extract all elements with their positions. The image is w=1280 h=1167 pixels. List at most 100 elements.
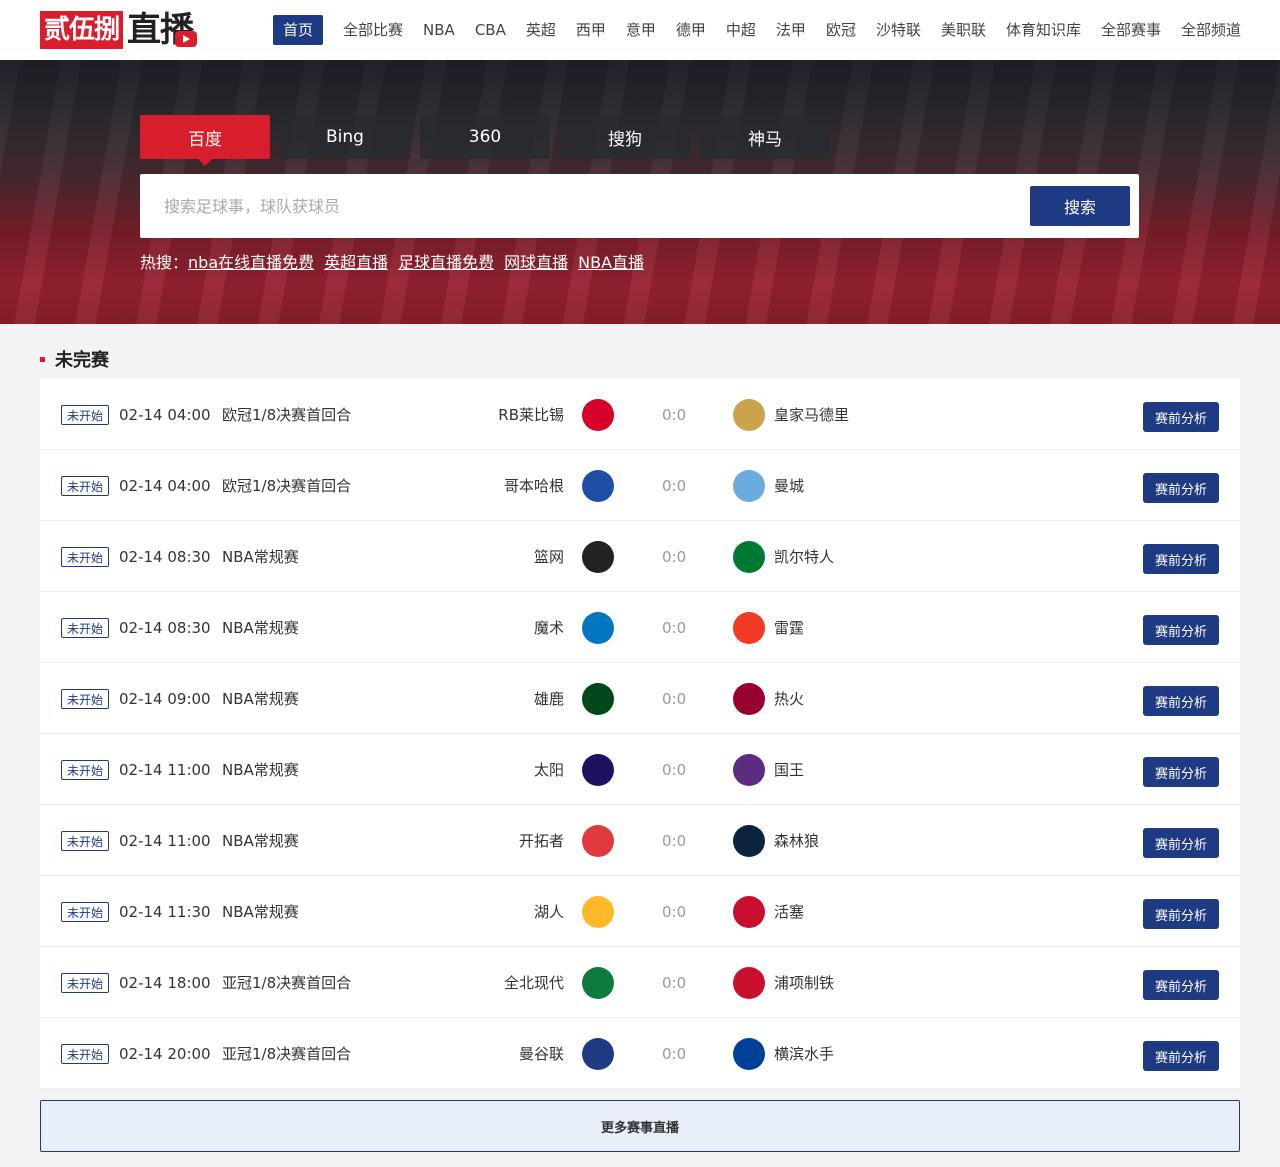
hot-search-link[interactable]: 英超直播	[324, 249, 388, 273]
away-team[interactable]: 凯尔特人	[774, 547, 834, 567]
match-row[interactable]: 未开始 02-14 11:00 NBA常规赛 开拓者 0:0 森林狼 赛前分析	[40, 805, 1240, 876]
match-row[interactable]: 未开始 02-14 09:00 NBA常规赛 雄鹿 0:0 热火 赛前分析	[40, 663, 1240, 734]
pre-match-analysis-button[interactable]: 赛前分析	[1143, 970, 1219, 1000]
away-team-logo-icon	[733, 825, 765, 857]
nav-item[interactable]: 英超	[526, 15, 556, 45]
nav-item[interactable]: NBA	[423, 15, 455, 45]
away-team[interactable]: 热火	[774, 689, 804, 709]
status-badge: 未开始	[61, 973, 109, 993]
score: 0:0	[662, 690, 687, 708]
nav-item[interactable]: 美职联	[941, 15, 986, 45]
hot-search-link[interactable]: 足球直播免费	[398, 249, 494, 273]
away-team[interactable]: 雷霆	[774, 618, 804, 638]
pre-match-analysis-button[interactable]: 赛前分析	[1143, 615, 1219, 645]
league-name: 欧冠1/8决赛首回合	[222, 406, 352, 424]
hero-banner: 百度Bing360搜狗神马 搜索 热搜： nba在线直播免费英超直播足球直播免费…	[0, 60, 1280, 324]
match-row[interactable]: 未开始 02-14 08:30 NBA常规赛 篮网 0:0 凯尔特人 赛前分析	[40, 521, 1240, 592]
match-row[interactable]: 未开始 02-14 04:00 欧冠1/8决赛首回合 哥本哈根 0:0 曼城 赛前分析	[40, 450, 1240, 521]
away-team[interactable]: 森林狼	[774, 831, 819, 851]
main-nav: 首页 全部比赛 NBA CBA 英超 西甲 意甲 德甲 中超 法甲 欧冠 沙特联 美职联 体育知识库 全部赛…	[273, 15, 1261, 45]
score: 0:0	[662, 1045, 687, 1063]
home-team[interactable]: 太阳	[534, 760, 564, 780]
nav-item[interactable]: 法甲	[776, 15, 806, 45]
away-team[interactable]: 皇家马德里	[774, 405, 849, 425]
nav-item[interactable]: 沙特联	[876, 15, 921, 45]
away-team[interactable]: 国王	[774, 760, 804, 780]
match-time: 02-14 11:30	[119, 903, 211, 921]
match-row[interactable]: 未开始 02-14 04:00 欧冠1/8决赛首回合 RB莱比锡 0:0 皇家马德里 赛前分…	[40, 379, 1240, 450]
match-time: 02-14 20:00	[119, 1045, 211, 1063]
nav-item[interactable]: CBA	[475, 15, 506, 45]
nav-item[interactable]: 意甲	[626, 15, 656, 45]
nav-item[interactable]: 全部赛事	[1101, 15, 1161, 45]
home-team[interactable]: 雄鹿	[534, 689, 564, 709]
league-name: NBA常规赛	[222, 903, 299, 921]
pre-match-analysis-button[interactable]: 赛前分析	[1143, 402, 1219, 432]
home-team[interactable]: 湖人	[534, 902, 564, 922]
pre-match-analysis-button[interactable]: 赛前分析	[1143, 686, 1219, 716]
score: 0:0	[662, 761, 687, 779]
pre-match-analysis-button[interactable]: 赛前分析	[1143, 473, 1219, 503]
nav-item[interactable]: 德甲	[676, 15, 706, 45]
match-time: 02-14 04:00	[119, 406, 211, 424]
away-team-logo-icon	[733, 541, 765, 573]
away-team[interactable]: 横滨水手	[774, 1044, 834, 1064]
logo-mark: 贰伍捌	[40, 11, 124, 49]
away-team[interactable]: 浦项制铁	[774, 973, 834, 993]
pre-match-analysis-button[interactable]: 赛前分析	[1143, 899, 1219, 929]
home-team[interactable]: 篮网	[534, 547, 564, 567]
match-time: 02-14 08:30	[119, 619, 211, 637]
hot-search-link[interactable]: nba在线直播免费	[188, 249, 314, 273]
search-button[interactable]: 搜索	[1030, 186, 1130, 226]
pre-match-analysis-button[interactable]: 赛前分析	[1143, 828, 1219, 858]
more-matches-button[interactable]: 更多赛事直播	[40, 1100, 1240, 1152]
engine-tab[interactable]: 百度	[140, 115, 270, 166]
section-heading: 未完赛	[55, 350, 109, 371]
home-team-logo-icon	[582, 612, 614, 644]
away-team-logo-icon	[733, 470, 765, 502]
engine-tab[interactable]: Bing	[280, 115, 410, 159]
away-team[interactable]: 活塞	[774, 902, 804, 922]
nav-item[interactable]: 欧冠	[826, 15, 856, 45]
match-list: 未开始 02-14 04:00 欧冠1/8决赛首回合 RB莱比锡 0:0 皇家马德里 赛前分…	[40, 379, 1240, 1089]
hot-search-link[interactable]: 网球直播	[504, 249, 568, 273]
engine-tab[interactable]: 神马	[700, 115, 830, 159]
search-input[interactable]	[140, 174, 1020, 238]
nav-item[interactable]: 全部比赛	[343, 15, 403, 45]
match-row[interactable]: 未开始 02-14 11:00 NBA常规赛 太阳 0:0 国王 赛前分析	[40, 734, 1240, 805]
score: 0:0	[662, 548, 687, 566]
home-team[interactable]: 魔术	[534, 618, 564, 638]
home-team[interactable]: 开拓者	[519, 831, 564, 851]
nav-item[interactable]: 西甲	[576, 15, 606, 45]
home-team[interactable]: 曼谷联	[519, 1044, 564, 1064]
nav-item[interactable]: 全部频道	[1181, 15, 1241, 45]
home-team[interactable]: RB莱比锡	[498, 405, 564, 425]
match-row[interactable]: 未开始 02-14 20:00 亚冠1/8决赛首回合 曼谷联 0:0 横滨水手 赛前分析	[40, 1018, 1240, 1089]
nav-item[interactable]: 首页	[273, 15, 324, 45]
pre-match-analysis-button[interactable]: 赛前分析	[1143, 1041, 1219, 1071]
match-time: 02-14 08:30	[119, 548, 211, 566]
pre-match-analysis-button[interactable]: 赛前分析	[1143, 757, 1219, 787]
home-team[interactable]: 哥本哈根	[504, 476, 564, 496]
away-team[interactable]: 曼城	[774, 476, 804, 496]
match-row[interactable]: 未开始 02-14 11:30 NBA常规赛 湖人 0:0 活塞 赛前分析	[40, 876, 1240, 947]
away-team-logo-icon	[733, 896, 765, 928]
engine-tab[interactable]: 360	[420, 115, 550, 159]
hot-search-link[interactable]: NBA直播	[578, 249, 644, 273]
match-row[interactable]: 未开始 02-14 08:30 NBA常规赛 魔术 0:0 雷霆 赛前分析	[40, 592, 1240, 663]
logo-text: 直播	[127, 11, 198, 49]
nav-item[interactable]: 中超	[726, 15, 756, 45]
status-badge: 未开始	[61, 689, 109, 709]
pre-match-analysis-button[interactable]: 赛前分析	[1143, 544, 1219, 574]
play-icon	[175, 31, 198, 47]
site-logo[interactable]: 贰伍捌 直播	[40, 10, 198, 50]
status-badge: 未开始	[61, 405, 109, 425]
away-team-logo-icon	[733, 399, 765, 431]
match-row[interactable]: 未开始 02-14 18:00 亚冠1/8决赛首回合 全北现代 0:0 浦项制铁 赛前分析	[40, 947, 1240, 1018]
engine-tab[interactable]: 搜狗	[560, 115, 690, 159]
home-team-logo-icon	[582, 967, 614, 999]
nav-item[interactable]: 体育知识库	[1006, 15, 1081, 45]
status-badge: 未开始	[61, 476, 109, 496]
home-team[interactable]: 全北现代	[504, 973, 564, 993]
status-badge: 未开始	[61, 831, 109, 851]
